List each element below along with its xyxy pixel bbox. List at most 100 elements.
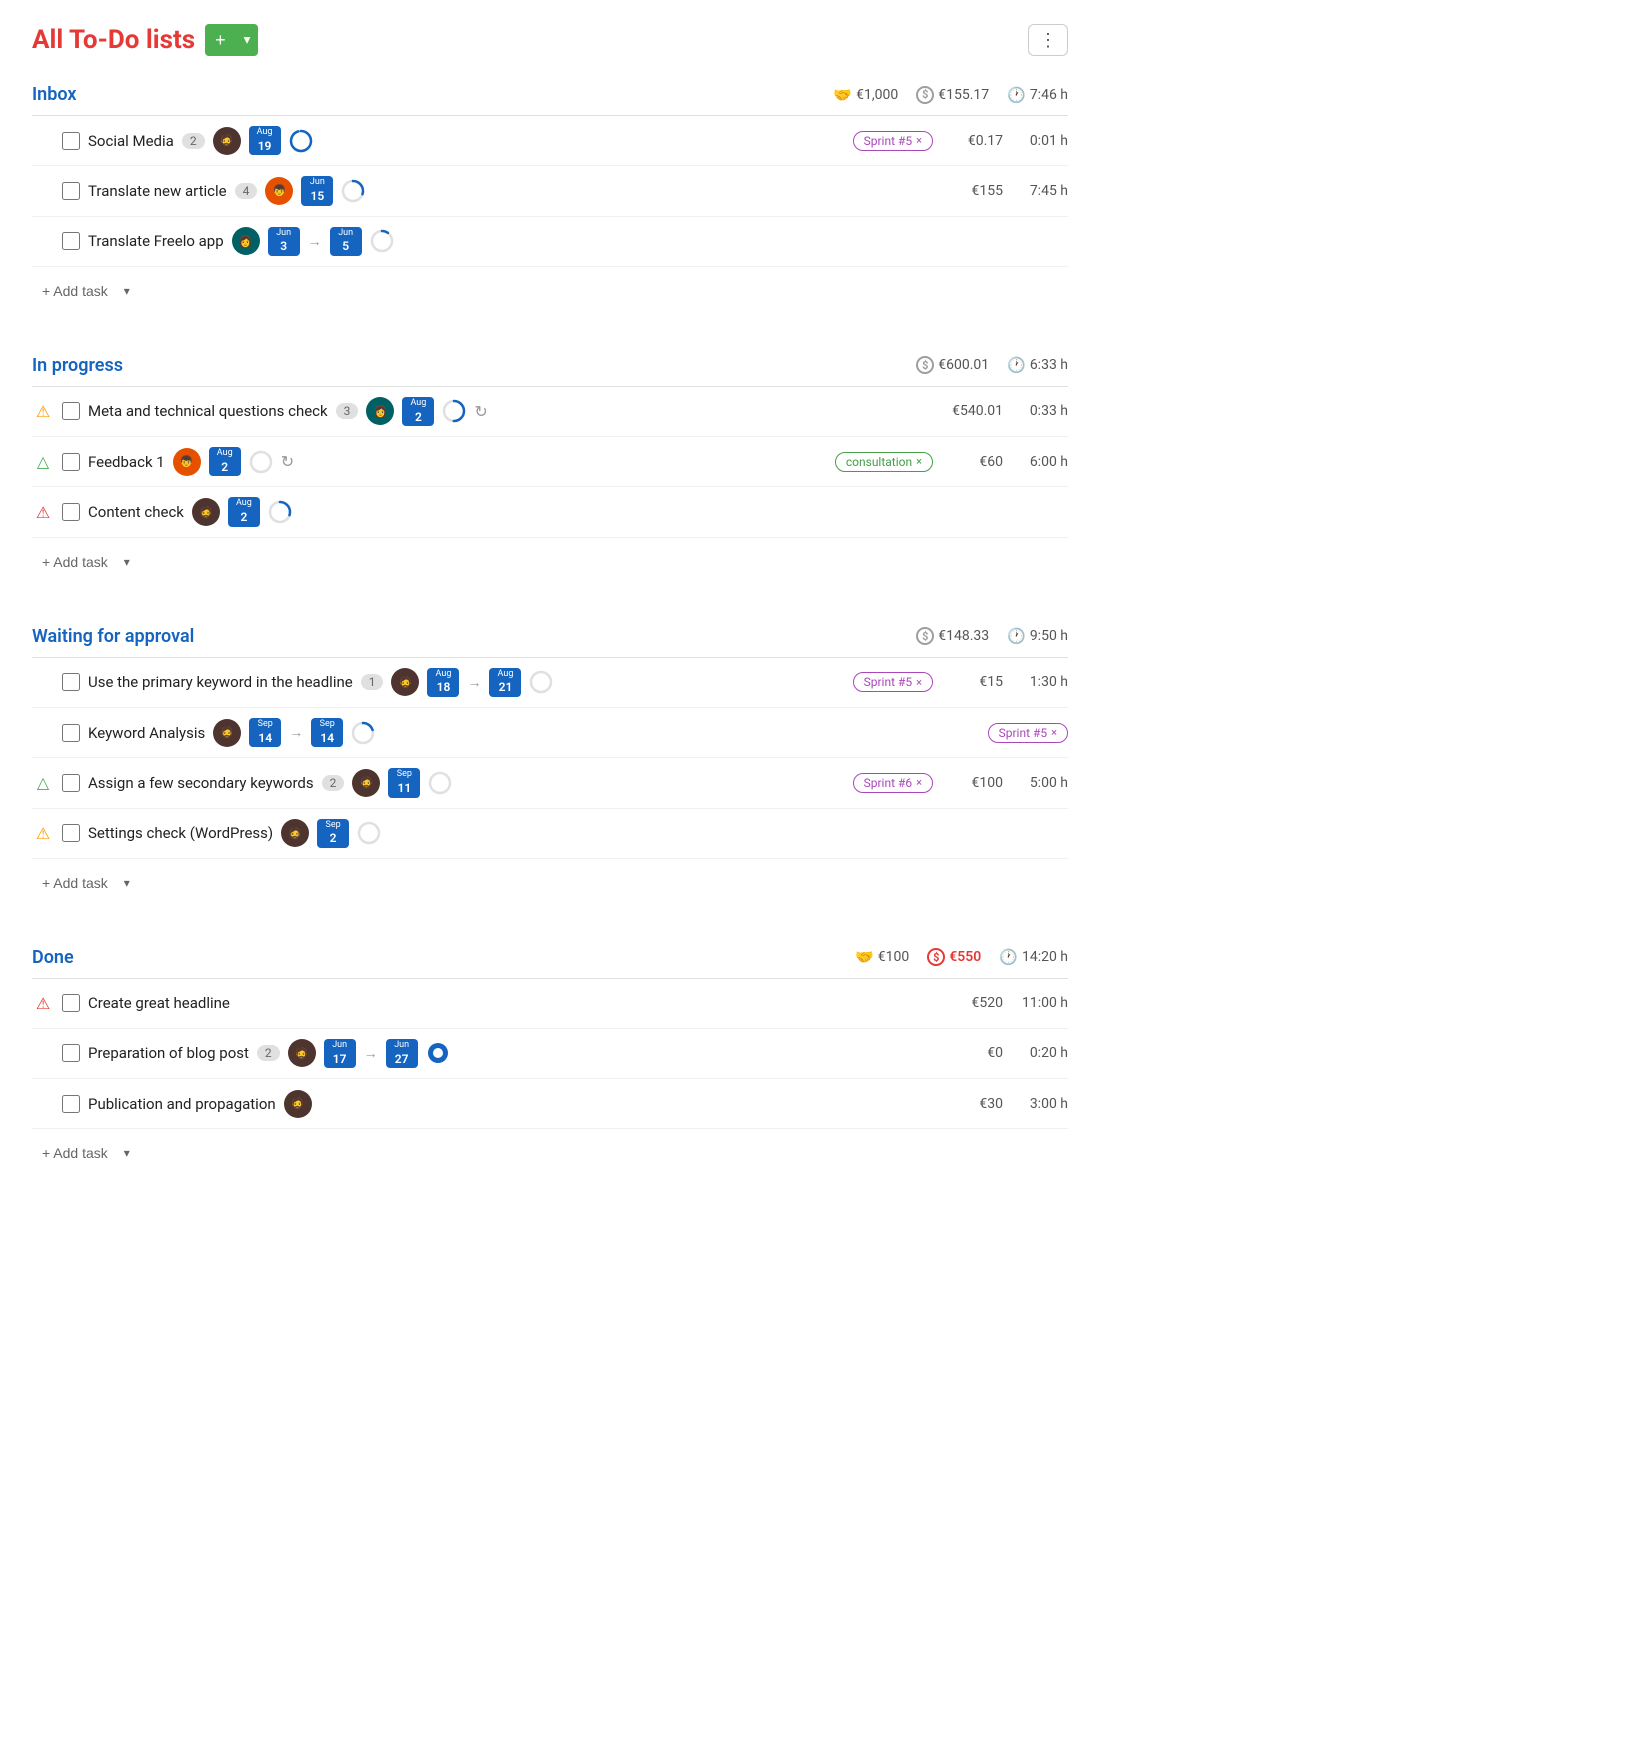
task-cost: €155 [943,183,1003,199]
avatar: 🧔 [352,769,380,797]
avatar: 🧔 [213,127,241,155]
avatar: 👩 [232,227,260,255]
task-checkbox[interactable] [62,1095,80,1113]
add-task-dropdown-button[interactable]: ▾ [118,872,136,894]
task-checkbox[interactable] [62,232,80,250]
time-item: 🕐 14:20 h [999,948,1068,966]
task-cost: €30 [943,1096,1003,1112]
task-name-area: Publication and propagation🧔 [88,1090,935,1118]
task-right: €540.010:33 h [943,403,1068,419]
task-right: Sprint #5 ×€151:30 h [853,672,1068,692]
budget-item: 🤝 €100 [855,948,909,966]
clock-icon: 🕐 [1007,356,1026,374]
page-header: All To-Do lists + ▾ ⋮ [32,24,1068,56]
task-row: Keyword Analysis🧔 Sep14 → Sep14 Sprint #… [32,708,1068,758]
task-checkbox[interactable] [62,994,80,1012]
add-task-row: + Add task ▾ [32,859,1068,907]
progress-circle [341,179,365,203]
more-options-button[interactable]: ⋮ [1028,24,1068,56]
task-label: Social Media [88,132,174,150]
section-header: In progress $ €600.01🕐 6:33 h [32,355,1068,376]
triangle-icon: △ [32,773,54,792]
date-badge: Jun15 [301,176,333,205]
tag-close[interactable]: × [916,455,922,468]
cost-item: $ €550 [927,948,981,966]
refresh-icon[interactable]: ↻ [281,452,294,471]
task-right: consultation ×€606:00 h [835,452,1068,472]
section-header: Inbox 🤝 €1,000$ €155.17🕐 7:46 h [32,84,1068,105]
page-title: All To-Do lists [32,25,195,55]
add-task-dropdown-button[interactable]: ▾ [118,551,136,573]
task-row: ⚠ Meta and technical questions check3👩 A… [32,387,1068,437]
tag-close[interactable]: × [1051,726,1057,739]
task-time: 1:30 h [1013,674,1068,690]
task-row: ⚠ Settings check (WordPress)🧔 Sep2 [32,809,1068,859]
task-checkbox[interactable] [62,453,80,471]
section-meta: 🤝 €1,000$ €155.17🕐 7:46 h [833,86,1068,104]
task-name-area: Social Media 2 🧔 Aug19 [88,126,845,155]
section-title: Inbox [32,84,76,105]
refresh-icon[interactable]: ↻ [474,402,487,421]
avatar: 🧔 [284,1090,312,1118]
task-cost: €60 [943,454,1003,470]
task-right: €52011:00 h [943,995,1068,1011]
avatar: 👦 [173,448,201,476]
task-list: ⚠ Meta and technical questions check3👩 A… [32,386,1068,538]
task-time: 7:45 h [1013,183,1068,199]
task-row: ⚠ Create great headline€52011:00 h [32,979,1068,1029]
warning-icon: ⚠ [32,402,54,421]
arrow-icon: → [364,1045,378,1062]
task-checkbox[interactable] [62,503,80,521]
task-label: Content check [88,503,184,521]
date-badge: Jun3 [268,227,300,256]
task-checkbox[interactable] [62,402,80,420]
task-time: 0:33 h [1013,403,1068,419]
tag-close[interactable]: × [916,676,922,689]
add-task-button[interactable]: + Add task [32,869,118,897]
tag-close[interactable]: × [916,776,922,789]
task-name-area: Assign a few secondary keywords2🧔 Sep11 [88,768,845,797]
dollar-icon: $ [916,627,934,645]
dollar-icon: $ [916,356,934,374]
task-checkbox[interactable] [62,724,80,742]
add-task-row: + Add task ▾ [32,538,1068,586]
add-task-button[interactable]: + Add task [32,277,118,305]
budget-item: $ €600.01 [916,356,989,374]
task-row: △ Feedback 1👦 Aug2 ↻consultation ×€606:0… [32,437,1068,487]
add-dropdown-button[interactable]: ▾ [236,24,259,56]
task-label: Keyword Analysis [88,724,205,742]
add-task-button[interactable]: + Add task [32,1139,118,1167]
task-name-area: Translate Freelo app👩 Jun3 → Jun5 [88,227,1060,256]
task-label: Feedback 1 [88,453,165,471]
section-meta: $ €148.33🕐 9:50 h [916,627,1068,645]
section-header: Waiting for approval $ €148.33🕐 9:50 h [32,626,1068,647]
date-badge: Aug19 [249,126,281,155]
task-checkbox[interactable] [62,132,80,150]
section-inbox: Inbox 🤝 €1,000$ €155.17🕐 7:46 h Social M… [32,84,1068,315]
date-badge: Sep11 [388,768,420,797]
add-task-dropdown-button[interactable]: ▾ [118,280,136,302]
avatar: 👩 [366,397,394,425]
task-checkbox[interactable] [62,824,80,842]
task-checkbox[interactable] [62,1044,80,1062]
clock-icon: 🕐 [1007,86,1026,104]
section-meta: 🤝 €100 $ €550 🕐 14:20 h [855,948,1068,966]
tag-close[interactable]: × [916,134,922,147]
task-list: ⚠ Create great headline€52011:00 h Prepa… [32,978,1068,1129]
task-checkbox[interactable] [62,774,80,792]
add-task-dropdown-button[interactable]: ▾ [118,1142,136,1164]
task-count: 2 [182,133,205,149]
task-row: Publication and propagation🧔€303:00 h [32,1079,1068,1129]
task-checkbox[interactable] [62,182,80,200]
task-checkbox[interactable] [62,673,80,691]
add-task-button[interactable]: + Add task [32,548,118,576]
task-time: 6:00 h [1013,454,1068,470]
arrow-icon: → [289,724,303,741]
date-badge: Jun27 [386,1039,418,1068]
add-list-button[interactable]: + [205,24,236,56]
task-name-area: Keyword Analysis🧔 Sep14 → Sep14 [88,718,980,747]
date-badge: Jun17 [324,1039,356,1068]
task-name-area: Create great headline [88,994,935,1012]
section-waiting-approval: Waiting for approval $ €148.33🕐 9:50 h U… [32,626,1068,907]
task-right: Sprint #6 ×€1005:00 h [853,773,1068,793]
